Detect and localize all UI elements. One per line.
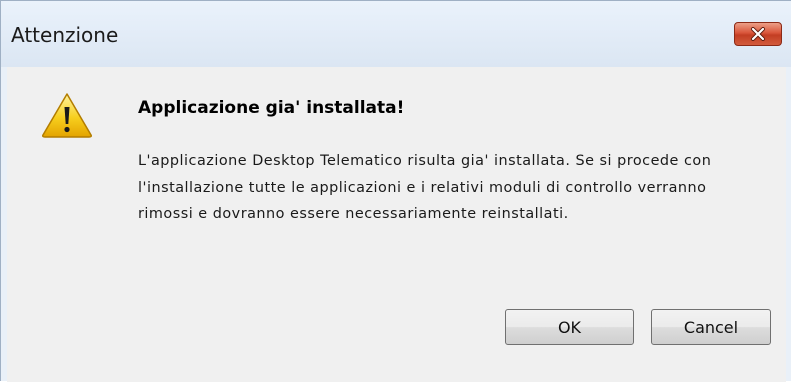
close-icon — [751, 27, 765, 41]
close-button[interactable] — [734, 22, 782, 46]
dialog-content: Applicazione gia' installata! L'applicaz… — [7, 67, 786, 382]
warning-icon — [42, 93, 92, 138]
dialog-heading: Applicazione gia' installata! — [138, 98, 405, 118]
window-title: Attenzione — [11, 23, 119, 47]
dialog-window: Attenzione Applicazione gia' installata!… — [0, 0, 791, 382]
ok-button[interactable]: OK — [505, 309, 634, 345]
dialog-message: L'applicazione Desktop Telematico risult… — [138, 153, 712, 223]
title-bar[interactable]: Attenzione — [1, 1, 791, 67]
cancel-button[interactable]: Cancel — [651, 309, 771, 345]
